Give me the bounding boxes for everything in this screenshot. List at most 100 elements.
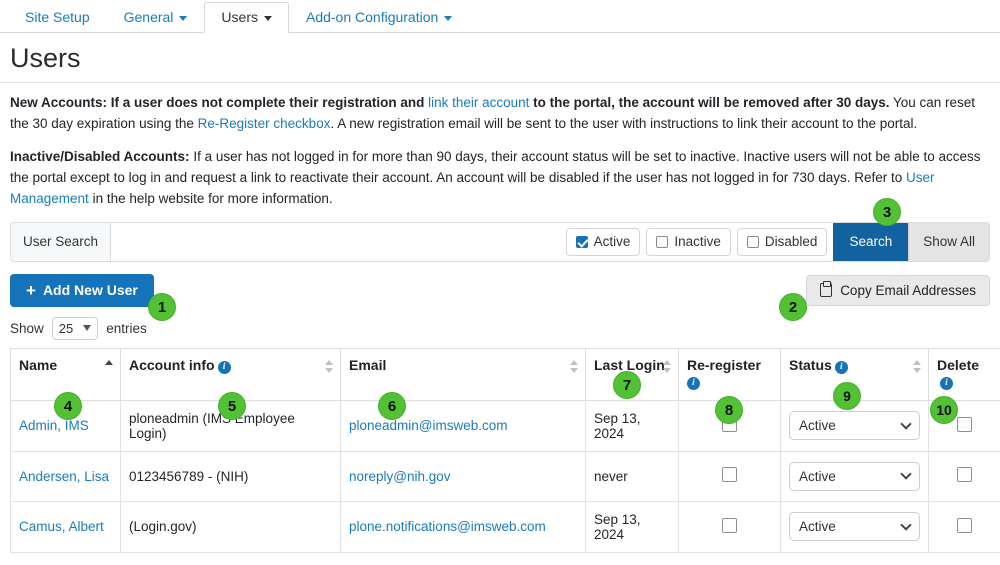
inactive-accounts-text-2: in the help website for more information… [88, 190, 333, 206]
cell-account-info: (Login.gov) [120, 500, 341, 553]
cell-re-register [678, 500, 781, 553]
info-icon[interactable]: i [834, 360, 848, 374]
entries-per-page-select[interactable]: 25 [51, 316, 99, 340]
status-select[interactable]: Active [789, 461, 920, 491]
user-name-link[interactable]: Camus, Albert [19, 519, 104, 534]
user-email-link[interactable]: plone.notifications@imsweb.com [349, 519, 546, 534]
annotation-badge-6: 6 [378, 392, 406, 420]
filter-disabled[interactable]: Disabled [736, 227, 828, 256]
filter-active[interactable]: Active [565, 227, 641, 256]
column-header-delete: Delete i [928, 347, 1000, 401]
chevron-down-icon [900, 518, 912, 531]
chevron-down-icon [444, 15, 453, 21]
tab-addon-configuration[interactable]: Add-on Configuration [289, 2, 469, 32]
status-value: Active [799, 519, 836, 535]
user-search-label: User Search [11, 222, 112, 261]
column-header-label: Delete [937, 356, 980, 373]
cell-re-register [678, 450, 781, 502]
column-header-email[interactable]: Email [340, 347, 586, 401]
add-new-user-button[interactable]: + Add New User [10, 273, 154, 307]
tab-general[interactable]: General [107, 2, 205, 32]
tab-label: Site Setup [25, 9, 90, 25]
column-header-label: Account info [129, 356, 215, 373]
status-select[interactable]: Active [789, 411, 920, 441]
new-accounts-paragraph: New Accounts: If a user does not complet… [10, 93, 990, 135]
status-filter-group: Active Inactive Disabled [560, 223, 834, 261]
filter-active-label: Active [593, 234, 631, 250]
status-value: Active [799, 418, 836, 434]
sort-ascending-icon[interactable] [105, 359, 113, 374]
info-icon[interactable]: i [940, 376, 953, 390]
status-value: Active [799, 468, 836, 484]
cell-last-login: Sep 13, 2024 [585, 399, 679, 452]
cell-email: noreply@nih.gov [340, 450, 586, 502]
annotation-badge-2: 2 [779, 293, 807, 321]
tab-label: General [123, 9, 174, 25]
user-name-link[interactable]: Admin, IMS [19, 418, 89, 433]
sort-icon[interactable] [325, 359, 333, 374]
chevron-down-icon [900, 417, 912, 430]
cell-name: Andersen, Lisa [10, 450, 121, 502]
sort-icon[interactable] [663, 359, 671, 374]
user-email-link[interactable]: ploneadmin@imsweb.com [349, 418, 508, 433]
column-header-label: Last Login [594, 356, 665, 373]
new-accounts-text-4: . A new registration email will be sent … [330, 115, 918, 131]
info-icon[interactable]: i [217, 360, 231, 374]
show-all-button[interactable]: Show All [908, 222, 989, 261]
link-their-account-link[interactable]: link their account [428, 95, 529, 110]
delete-checkbox[interactable] [957, 416, 972, 432]
cell-last-login: Sep 13, 2024 [585, 500, 679, 553]
main-tab-bar: Site Setup General Users Add-on Configur… [0, 0, 1000, 33]
user-name-link[interactable]: Andersen, Lisa [19, 469, 109, 484]
show-entries-prefix: Show [10, 320, 44, 336]
annotation-badge-3: 3 [873, 198, 901, 226]
chevron-down-icon [83, 325, 92, 332]
user-email-link[interactable]: noreply@nih.gov [349, 469, 451, 484]
column-header-label: Re-register [687, 356, 761, 373]
sort-icon[interactable] [570, 359, 578, 374]
annotation-badge-8: 8 [715, 396, 743, 424]
cell-last-login: never [585, 450, 679, 502]
chevron-down-icon [263, 15, 272, 21]
search-input[interactable] [111, 222, 560, 261]
tab-label: Users [221, 9, 258, 25]
filter-inactive-label: Inactive [674, 234, 721, 250]
new-accounts-text-2: to the portal, the account will be remov… [529, 95, 890, 110]
tab-users[interactable]: Users [204, 2, 289, 33]
filter-disabled-label: Disabled [764, 234, 818, 250]
re-register-checkbox-link[interactable]: Re-Register checkbox [198, 116, 331, 131]
annotation-badge-1: 1 [148, 293, 176, 321]
column-header-label: Email [349, 356, 387, 373]
status-select[interactable]: Active [789, 512, 920, 542]
tab-label: Add-on Configuration [305, 9, 439, 25]
checkbox-inactive-icon[interactable] [656, 235, 669, 248]
delete-checkbox[interactable] [957, 467, 972, 483]
annotation-badge-7: 7 [613, 371, 641, 399]
info-block: New Accounts: If a user does not complet… [0, 83, 1000, 210]
cell-name: Camus, Albert [10, 500, 121, 553]
inactive-accounts-paragraph: Inactive/Disabled Accounts: If a user ha… [10, 147, 990, 210]
sort-icon[interactable] [913, 359, 921, 374]
delete-checkbox[interactable] [957, 517, 972, 533]
checkbox-disabled-icon[interactable] [746, 235, 759, 248]
checkbox-active-icon[interactable] [575, 235, 588, 248]
show-entries-suffix: entries [106, 320, 147, 336]
clipboard-icon [820, 281, 833, 298]
cell-status: Active [780, 450, 929, 502]
new-accounts-text-1: If a user does not complete their regist… [107, 95, 429, 110]
cell-status: Active [780, 500, 929, 553]
filter-inactive[interactable]: Inactive [646, 227, 731, 256]
annotation-badge-9: 9 [833, 382, 861, 410]
table-row: Andersen, Lisa 0123456789 - (NIH) norepl… [10, 450, 1000, 502]
column-header-label: Status [789, 356, 832, 373]
new-accounts-lead: New Accounts: [10, 95, 108, 110]
copy-email-addresses-label: Copy Email Addresses [840, 282, 976, 298]
info-icon[interactable]: i [687, 376, 700, 390]
re-register-checkbox[interactable] [722, 467, 737, 483]
search-button[interactable]: Search [833, 222, 909, 261]
add-new-user-label: Add New User [42, 282, 138, 299]
entries-per-page-value: 25 [58, 320, 74, 336]
tab-site-setup[interactable]: Site Setup [8, 2, 107, 32]
re-register-checkbox[interactable] [722, 517, 737, 533]
copy-email-addresses-button[interactable]: Copy Email Addresses [806, 274, 990, 306]
